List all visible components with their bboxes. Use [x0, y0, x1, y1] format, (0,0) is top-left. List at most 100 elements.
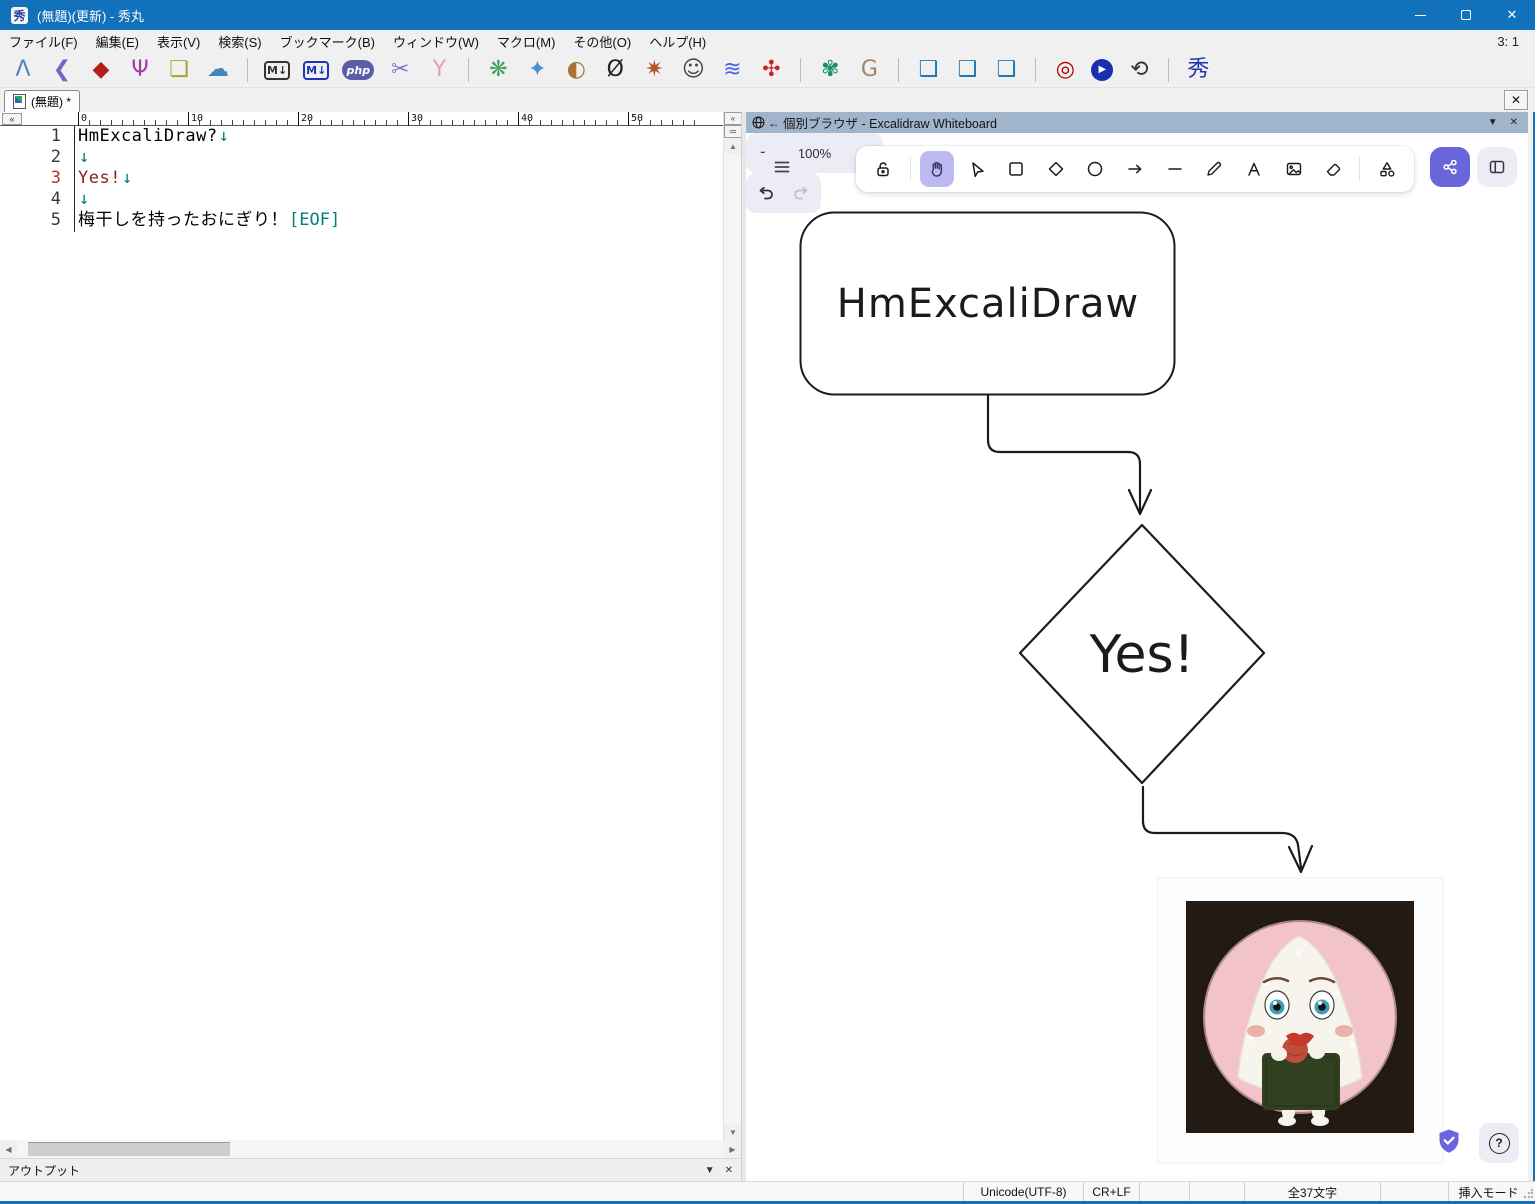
rectangle-tool[interactable]	[999, 151, 1034, 187]
horizontal-scroll-thumb[interactable]	[28, 1142, 230, 1156]
php-icon[interactable]: php	[342, 60, 375, 80]
eol-mark: [EOF]	[289, 210, 341, 230]
help-button[interactable]: ?	[1479, 1123, 1519, 1163]
scroll-right-arrow[interactable]: ▶	[724, 1140, 741, 1158]
line-number: 1	[50, 126, 61, 146]
back-arrow-icon[interactable]: ←	[768, 116, 780, 130]
scroll-top-button[interactable]: «	[724, 112, 742, 125]
macro-open-icon[interactable]: ❑	[954, 56, 980, 84]
status-line-break[interactable]: CR+LF	[1083, 1182, 1139, 1202]
starburst-icon[interactable]: ✷	[641, 56, 667, 84]
image-icon	[1286, 162, 1301, 176]
scroll-down-arrow[interactable]: ▼	[724, 1124, 742, 1140]
more-shapes-tool[interactable]	[1369, 151, 1404, 187]
save-macro-icon[interactable]: ⟲	[1126, 56, 1152, 84]
menu-view[interactable]: 表示(V)	[148, 30, 209, 53]
gemini-icon[interactable]: ✦	[524, 56, 550, 84]
scissors-icon[interactable]: ✂	[387, 56, 413, 84]
squid-icon[interactable]: Ψ	[127, 56, 153, 84]
status-char-count[interactable]: 全37文字	[1244, 1182, 1380, 1202]
y-tool-icon[interactable]: Y	[426, 56, 452, 84]
ellipse-tool[interactable]	[1078, 151, 1113, 187]
output-close-icon[interactable]: ✕	[725, 1165, 733, 1176]
browser-panel-header[interactable]: ← 個別ブラウザ - Excalidraw Whiteboard ▼ ✕	[746, 112, 1528, 133]
status-encoding[interactable]: Unicode(UTF-8)	[963, 1182, 1083, 1202]
minimize-button[interactable]	[1397, 0, 1443, 30]
ruler-ticks	[78, 120, 703, 125]
chatgpt-icon[interactable]: ❋	[485, 56, 511, 84]
arrow-rect-to-diamond[interactable]	[986, 394, 1153, 516]
menu-file[interactable]: ファイル(F)	[0, 30, 87, 53]
compass-icon[interactable]: ✣	[758, 56, 784, 84]
library-toggle-button[interactable]	[1477, 147, 1517, 187]
whale-icon[interactable]: ≋	[719, 56, 745, 84]
document-tab[interactable]: (無題) *	[4, 90, 80, 112]
menu-window[interactable]: ウィンドウ(W)	[384, 30, 488, 53]
menu-bookmark[interactable]: ブックマーク(B)	[271, 30, 384, 53]
share-button[interactable]	[1430, 147, 1470, 187]
editor-area[interactable]: « 0 10 20 30 40 50 1 HmExcaliDraw? ↓ 2 ↓…	[0, 112, 742, 1140]
panel-close-icon[interactable]: ✕	[1510, 117, 1518, 128]
claude-brown-icon[interactable]: ◐	[563, 56, 589, 84]
diamond-label[interactable]: Yes!	[1089, 625, 1195, 685]
macro-new-icon[interactable]: ❑	[915, 56, 941, 84]
menu-macro[interactable]: マクロ(M)	[488, 30, 565, 53]
hidemaru-app-icon[interactable]: Λ	[10, 56, 36, 84]
onigiri-image[interactable]	[1157, 877, 1444, 1164]
markdown-blue-icon[interactable]: M↓	[303, 60, 330, 80]
pane-close-button[interactable]: ✕	[1504, 90, 1528, 110]
cloud-icon[interactable]: ☁	[205, 56, 231, 84]
vscode-icon[interactable]: ❮	[49, 56, 75, 84]
selection-tool[interactable]	[959, 151, 994, 187]
status-input-mode[interactable]: 挿入モード	[1448, 1182, 1528, 1202]
shapes-icon	[1380, 162, 1395, 177]
arrow-tool[interactable]	[1118, 151, 1153, 187]
scroll-up-arrow[interactable]: ▲	[724, 138, 742, 154]
menu-help[interactable]: ヘルプ(H)	[640, 30, 715, 53]
ruler: « 0 10 20 30 40 50	[0, 112, 723, 126]
cursor-position-indicator: 3: 1	[1497, 34, 1519, 49]
menu-edit[interactable]: 編集(E)	[87, 30, 148, 53]
close-button[interactable]: ✕	[1489, 0, 1535, 30]
scroll-left-arrow[interactable]: ◀	[0, 1140, 17, 1158]
bot-face-icon[interactable]: ☺	[680, 56, 706, 84]
encryption-shield-icon[interactable]	[1437, 1128, 1461, 1155]
hidemaru-logo-icon[interactable]: 秀	[1185, 56, 1211, 84]
grok-icon[interactable]: Ø	[602, 56, 628, 84]
eraser-tool[interactable]	[1316, 151, 1351, 187]
macro-run-icon[interactable]: ❑	[993, 56, 1019, 84]
fold-all-button[interactable]: «	[2, 113, 22, 125]
resize-grip[interactable]	[1523, 1189, 1533, 1199]
text-content[interactable]: 1 HmExcaliDraw? ↓ 2 ↓ 3 Yes! ↓ 4 ↓ 5 梅干し…	[0, 126, 723, 231]
menu-other[interactable]: その他(O)	[564, 30, 640, 53]
play-macro-icon[interactable]: ▶	[1091, 59, 1114, 81]
vertical-scrollbar[interactable]: « ≔ ▲ ▼	[723, 112, 742, 1140]
g-ai-icon[interactable]: G	[856, 56, 882, 84]
line-number: 4	[50, 189, 61, 209]
draw-tool[interactable]	[1197, 151, 1232, 187]
git-diamond-icon[interactable]: ◆	[88, 56, 114, 84]
folder-icon[interactable]: ❏	[166, 56, 192, 84]
panel-title: 個別ブラウザ - Excalidraw Whiteboard	[783, 117, 997, 131]
panel-dropdown-icon[interactable]: ▼	[1488, 117, 1498, 128]
menu-search[interactable]: 検索(S)	[209, 30, 270, 53]
record-macro-icon[interactable]: ◎	[1052, 56, 1078, 84]
menu-button[interactable]	[763, 148, 801, 186]
horizontal-scrollbar[interactable]: ◀ ▶	[0, 1140, 741, 1158]
arrow-icon	[1128, 164, 1142, 174]
hand-tool[interactable]	[919, 151, 955, 187]
line-tool[interactable]	[1157, 151, 1192, 187]
text-tool[interactable]	[1237, 151, 1272, 187]
tree-icon[interactable]: ✾	[817, 56, 843, 84]
output-dropdown-icon[interactable]: ▼	[705, 1165, 715, 1176]
arrow-diamond-to-image[interactable]	[1141, 785, 1314, 874]
markdown-icon[interactable]: M↓	[264, 60, 291, 80]
image-tool[interactable]	[1276, 151, 1311, 187]
whiteboard-canvas[interactable]: HmExcaliDraw Yes! 100% ?	[746, 133, 1528, 1181]
rectangle-label[interactable]: HmExcaliDraw	[837, 281, 1140, 327]
maximize-button[interactable]	[1443, 0, 1489, 30]
title-bar: 秀 (無題)(更新) - 秀丸 ✕	[0, 0, 1535, 30]
function-list-button[interactable]: ≔	[724, 125, 742, 138]
lock-tool[interactable]	[866, 151, 901, 187]
diamond-tool[interactable]	[1038, 151, 1073, 187]
